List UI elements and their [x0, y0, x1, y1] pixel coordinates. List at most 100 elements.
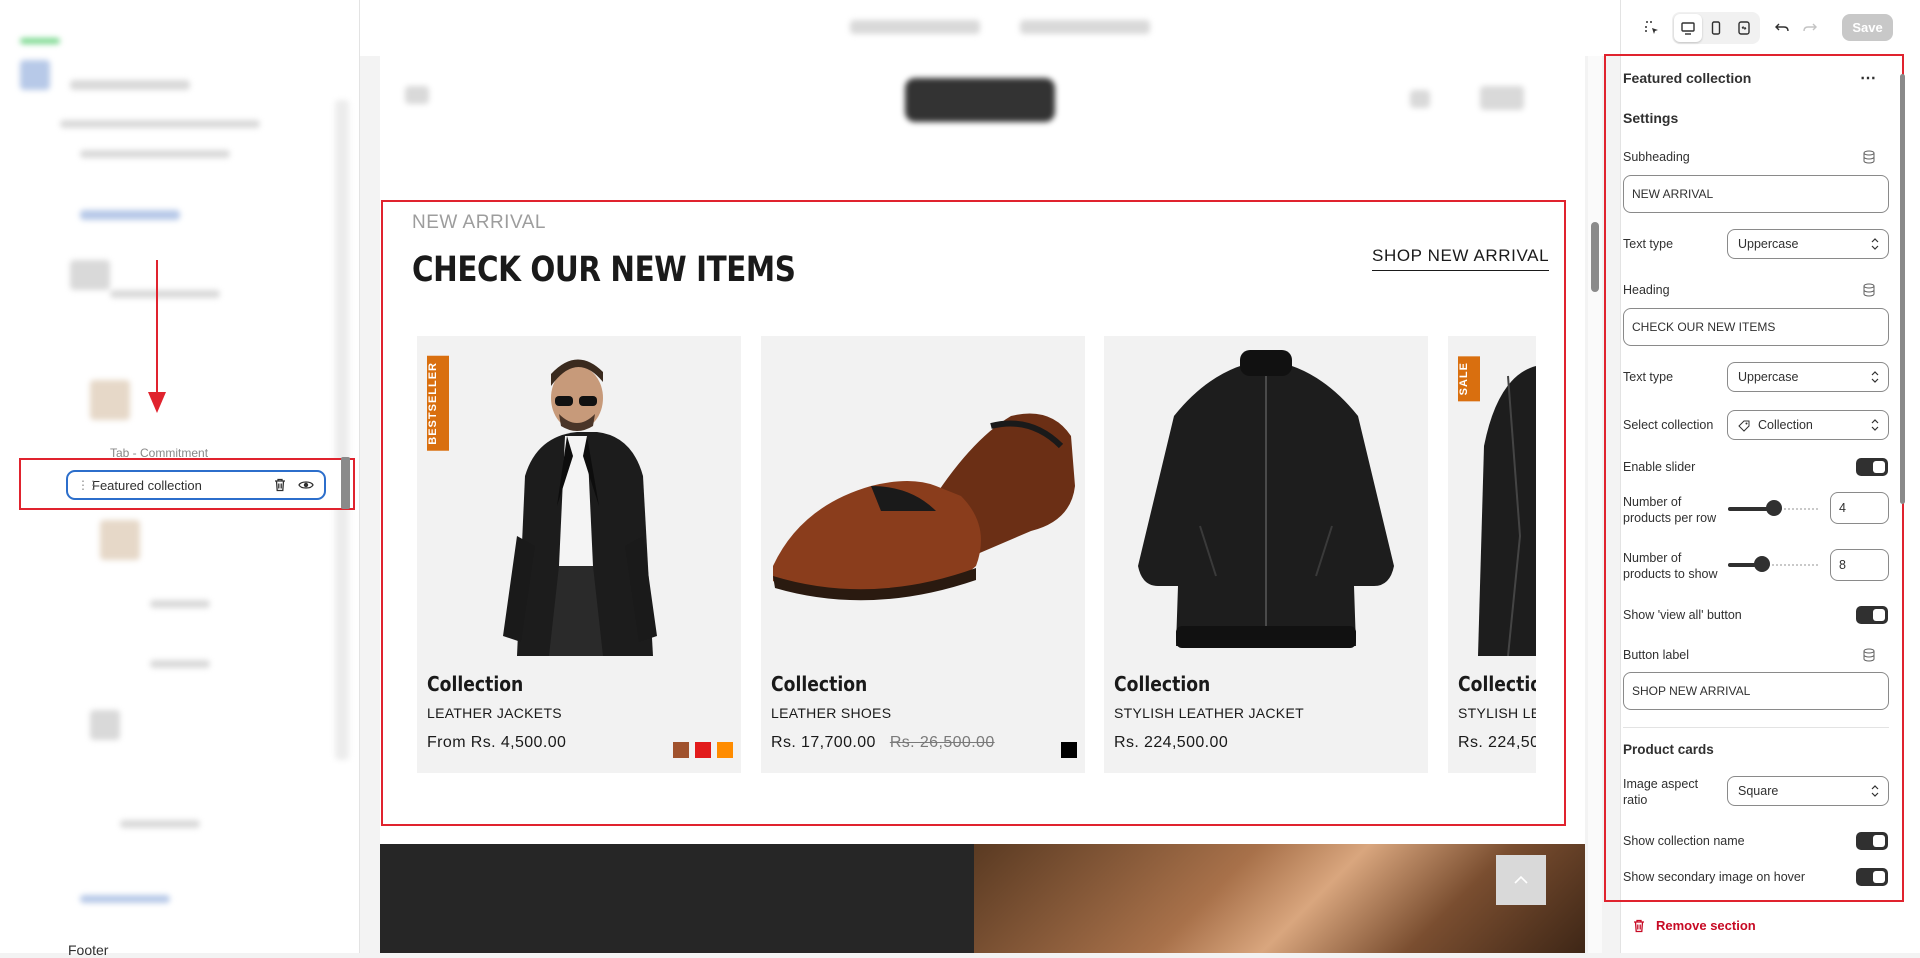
- desktop-icon[interactable]: [1674, 14, 1702, 42]
- collection-tag-icon: [1738, 420, 1750, 432]
- select-value: Uppercase: [1738, 370, 1799, 384]
- mobile-icon[interactable]: [1702, 14, 1730, 42]
- product-title[interactable]: LEATHER JACKETS: [427, 705, 562, 721]
- show-view-all-label: Show 'view all' button: [1623, 608, 1742, 622]
- remove-section-button[interactable]: Remove section: [1632, 918, 1756, 933]
- label-line: Number of: [1623, 551, 1682, 565]
- product-badge: SALE: [1458, 356, 1480, 402]
- product-title[interactable]: LEATHER SHOES: [771, 705, 891, 721]
- product-card[interactable]: Collection LEATHER SHOES Rs. 17,700.00 Rs…: [761, 336, 1085, 773]
- image-ratio-select[interactable]: Square: [1727, 776, 1889, 806]
- preview-scrollbar-thumb[interactable]: [1591, 222, 1599, 292]
- select-value: Uppercase: [1738, 237, 1799, 251]
- product-title[interactable]: STYLISH LEATHER JACKET: [1458, 705, 1536, 721]
- sidebar-scrollbar-thumb[interactable]: [341, 457, 350, 509]
- subheading-text-type-select[interactable]: Uppercase: [1727, 229, 1889, 259]
- products-to-show-slider[interactable]: [1728, 556, 1820, 572]
- product-collection: Collection: [1458, 672, 1536, 696]
- collection-picker[interactable]: Collection: [1727, 410, 1889, 440]
- section-heading: CHECK OUR NEW ITEMS: [412, 250, 796, 290]
- remove-section-label: Remove section: [1656, 918, 1756, 933]
- product-cards-heading: Product cards: [1623, 742, 1714, 757]
- full-width-icon[interactable]: [1730, 14, 1758, 42]
- dynamic-source-icon[interactable]: [1862, 648, 1876, 662]
- color-swatches: [673, 742, 733, 758]
- product-price: From Rs. 4,500.00: [427, 734, 566, 752]
- product-card[interactable]: Collection STYLISH LEATHER JACKET Rs. 22…: [1104, 336, 1428, 773]
- label-line: Image aspect: [1623, 777, 1699, 791]
- heading-label: Heading: [1623, 283, 1670, 297]
- product-price: Rs. 224,500.00: [1458, 734, 1536, 752]
- heading-input[interactable]: CHECK OUR NEW ITEMS: [1623, 308, 1889, 346]
- undo-icon[interactable]: [1768, 14, 1796, 42]
- button-label-input[interactable]: SHOP NEW ARRIVAL: [1623, 672, 1889, 710]
- swatch-orange[interactable]: [717, 742, 733, 758]
- store-header: [380, 56, 1585, 196]
- products-to-show-input[interactable]: 8: [1830, 549, 1889, 581]
- viewport-switcher: [1672, 12, 1760, 44]
- products-per-row-input[interactable]: 4: [1830, 492, 1889, 524]
- redo-icon[interactable]: [1796, 14, 1824, 42]
- price-value: Rs. 224,500.00: [1114, 734, 1229, 751]
- show-secondary-image-label: Show secondary image on hover: [1623, 870, 1806, 884]
- product-card[interactable]: BESTSELLER Collection LEATHER JACKETS Fr…: [417, 336, 741, 773]
- subheading-input[interactable]: NEW ARRIVAL: [1623, 175, 1889, 213]
- tree-item-label: Featured collection: [92, 477, 202, 493]
- preview-scrollbar[interactable]: [1588, 56, 1602, 953]
- trash-icon: [1634, 919, 1644, 932]
- red-arrow-annotation: [148, 260, 166, 413]
- tree-item-footer[interactable]: Footer: [68, 942, 108, 958]
- drag-handle-icon[interactable]: ⋮⋮: [77, 478, 99, 492]
- price-value: Rs. 224,500.00: [1458, 734, 1536, 751]
- trash-icon[interactable]: [270, 475, 290, 495]
- show-view-all-toggle[interactable]: [1856, 606, 1888, 624]
- dynamic-source-icon[interactable]: [1862, 150, 1876, 164]
- products-per-row-label: Number of products per row: [1623, 494, 1716, 526]
- select-collection-label: Select collection: [1623, 418, 1714, 432]
- enable-slider-toggle[interactable]: [1856, 458, 1888, 476]
- product-image: [417, 336, 741, 656]
- more-options-icon[interactable]: ⋯: [1860, 68, 1877, 88]
- label-line: ratio: [1623, 793, 1648, 807]
- enable-slider-label: Enable slider: [1623, 460, 1696, 474]
- store-logo: [905, 78, 1055, 122]
- heading-text-type-select[interactable]: Uppercase: [1727, 362, 1889, 392]
- compare-price: Rs. 26,500.00: [889, 734, 995, 751]
- products-per-row-slider[interactable]: [1728, 500, 1820, 516]
- swatch-black[interactable]: [1061, 742, 1077, 758]
- product-badge: BESTSELLER: [427, 356, 449, 451]
- swatch-red[interactable]: [695, 742, 711, 758]
- label-line: products to show: [1623, 567, 1718, 581]
- swatch-brown[interactable]: [673, 742, 689, 758]
- slider-knob[interactable]: [1766, 500, 1782, 516]
- price-value: Rs. 17,700.00: [771, 734, 876, 751]
- show-collection-name-toggle[interactable]: [1856, 832, 1888, 850]
- scroll-to-top-button[interactable]: [1496, 855, 1546, 905]
- product-collection: Collection: [771, 672, 868, 696]
- product-card[interactable]: SALE Collection STYLISH LEATHER JACKET R…: [1448, 336, 1536, 773]
- next-section-dark-panel: [380, 844, 974, 953]
- dynamic-source-icon[interactable]: [1862, 283, 1876, 297]
- settings-heading: Settings: [1623, 110, 1679, 126]
- view-all-link[interactable]: SHOP NEW ARRIVAL: [1372, 246, 1550, 271]
- show-secondary-image-toggle[interactable]: [1856, 868, 1888, 886]
- slider-knob[interactable]: [1754, 556, 1771, 572]
- subheading-label: Subheading: [1623, 150, 1690, 164]
- settings-scrollbar[interactable]: [1900, 56, 1906, 902]
- product-image: [761, 336, 1085, 656]
- chevron-up-icon: [1514, 875, 1528, 884]
- product-title[interactable]: STYLISH LEATHER JACKET: [1114, 705, 1304, 721]
- settings-scrollbar-thumb[interactable]: [1900, 74, 1905, 504]
- product-collection: Collection: [427, 672, 524, 696]
- label-line: Number of: [1623, 495, 1682, 509]
- inspector-icon[interactable]: [1638, 14, 1666, 42]
- section-subheading: NEW ARRIVAL: [412, 212, 546, 233]
- button-label-label: Button label: [1623, 648, 1690, 662]
- products-to-show-label: Number of products to show: [1623, 550, 1718, 582]
- image-ratio-label: Image aspect ratio: [1623, 776, 1698, 808]
- tree-item-featured-collection[interactable]: ⋮⋮ Featured collection: [66, 470, 326, 500]
- color-swatches: [1061, 742, 1077, 758]
- eye-icon[interactable]: [296, 475, 316, 495]
- save-button[interactable]: Save: [1842, 14, 1893, 41]
- label-line: products per row: [1623, 511, 1717, 525]
